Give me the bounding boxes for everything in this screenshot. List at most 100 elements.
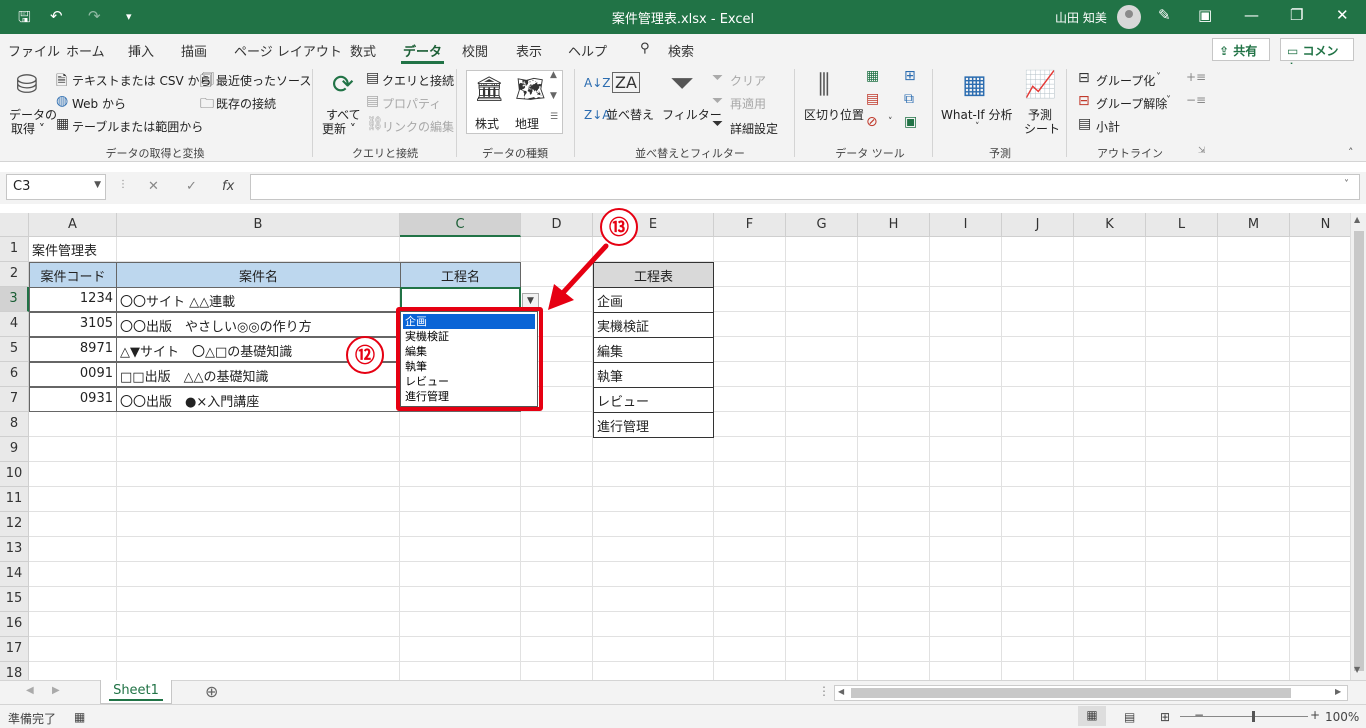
consolidate-icon[interactable]: ⊞ — [904, 68, 916, 84]
row-header[interactable]: 18 — [0, 662, 29, 680]
row-header[interactable]: 12 — [0, 512, 29, 537]
page-break-view-icon[interactable]: ⊞ — [1160, 710, 1170, 724]
column-header-f[interactable]: F — [714, 213, 786, 237]
text-to-columns-button[interactable]: 区切り位置 — [804, 106, 864, 123]
tab-formulas[interactable]: 数式 — [350, 41, 376, 60]
tab-help[interactable]: ヘルプ — [568, 41, 607, 60]
table-cell-code[interactable]: 0091 — [29, 362, 117, 387]
row-header[interactable]: 5 — [0, 337, 29, 362]
outline-dialog-launcher-icon[interactable]: ⇲ — [1198, 146, 1206, 156]
name-box-dropdown-icon[interactable]: ▼ — [94, 180, 101, 190]
column-header-l[interactable]: L — [1146, 213, 1218, 237]
gallery-down-icon[interactable]: ▼ — [550, 91, 557, 101]
search-box[interactable]: 検索 — [668, 41, 694, 60]
column-header-k[interactable]: K — [1074, 213, 1146, 237]
tab-page-layout[interactable]: ページ レイアウト — [234, 41, 342, 60]
recent-sources-button[interactable]: 最近使ったソース — [216, 72, 311, 89]
close-icon[interactable]: ✕ — [1336, 6, 1349, 24]
zoom-out-icon[interactable]: − — [1194, 708, 1204, 722]
row-header[interactable]: 14 — [0, 562, 29, 587]
row-header[interactable]: 11 — [0, 487, 29, 512]
add-sheet-icon[interactable]: ⊕ — [205, 682, 218, 701]
column-header-i[interactable]: I — [930, 213, 1002, 237]
prev-sheet-icon[interactable]: ◀ — [26, 685, 34, 696]
table-cell-name[interactable]: 〇〇サイト △△連載 — [116, 287, 401, 312]
next-sheet-icon[interactable]: ▶ — [52, 685, 60, 696]
page-layout-view-icon[interactable]: ▤ — [1124, 710, 1135, 724]
tab-file[interactable]: ファイル — [8, 41, 60, 60]
vertical-scroll-thumb[interactable] — [1354, 231, 1364, 671]
cancel-icon[interactable]: ✕ — [148, 179, 159, 194]
column-header-b[interactable]: B — [117, 213, 400, 237]
data-validation-icon[interactable]: ⊘ — [866, 114, 878, 130]
remove-duplicates-icon[interactable]: ▤ — [866, 91, 879, 107]
process-list-item[interactable]: レビュー — [593, 387, 714, 413]
ungroup-button[interactable]: グループ解除 — [1096, 95, 1167, 112]
tab-view[interactable]: 表示 — [516, 41, 542, 60]
hide-detail-icon[interactable]: −≡ — [1186, 93, 1206, 107]
what-if-button[interactable]: What-If 分析 — [941, 106, 1012, 123]
data-validation-dropdown-icon[interactable]: ˅ — [888, 117, 893, 127]
tab-data[interactable]: データ — [400, 41, 445, 64]
tab-review[interactable]: 校閲 — [462, 41, 488, 60]
tab-split-handle-icon[interactable]: ⋮ — [818, 684, 830, 698]
table-cell-code[interactable]: 8971 — [29, 337, 117, 362]
show-detail-icon[interactable]: +≡ — [1186, 70, 1206, 84]
avatar[interactable] — [1117, 5, 1141, 29]
refresh-all-icon[interactable]: ⟳ — [332, 70, 354, 100]
properties-button[interactable]: プロパティ — [382, 95, 441, 112]
sort-button[interactable]: 並べ替え — [606, 106, 654, 123]
enter-icon[interactable]: ✓ — [186, 179, 197, 194]
advanced-filter-button[interactable]: 詳細設定 — [730, 120, 778, 137]
row-header[interactable]: 17 — [0, 637, 29, 662]
sort-dialog-icon[interactable]: ZA — [612, 72, 640, 93]
row-header[interactable]: 10 — [0, 462, 29, 487]
name-box[interactable]: C3 ▼ — [6, 174, 106, 200]
forecast-sheet-icon[interactable]: 📈 — [1024, 70, 1056, 100]
horizontal-scrollbar[interactable]: ◀ ▶ — [834, 685, 1348, 701]
column-header-d[interactable]: D — [521, 213, 593, 237]
from-text-csv-button[interactable]: テキストまたは CSV から — [72, 72, 211, 89]
row-header[interactable]: 6 — [0, 362, 29, 387]
existing-connections-button[interactable]: 既存の接続 — [216, 95, 276, 112]
row-header[interactable]: 8 — [0, 412, 29, 437]
column-header-h[interactable]: H — [858, 213, 930, 237]
table-cell-name[interactable]: 〇〇出版 ●×入門講座 — [116, 387, 401, 412]
tab-insert[interactable]: 挿入 — [128, 41, 154, 60]
row-header[interactable]: 7 — [0, 387, 29, 412]
queries-connections-button[interactable]: クエリと接続 — [382, 72, 454, 89]
row-header[interactable]: 2 — [0, 262, 29, 287]
edit-links-button[interactable]: リンクの編集 — [382, 118, 454, 135]
row-header[interactable]: 16 — [0, 612, 29, 637]
ungroup-dropdown-icon[interactable]: ˅ — [1166, 95, 1171, 106]
scroll-down-icon[interactable]: ▼ — [1354, 665, 1360, 674]
scroll-up-icon[interactable]: ▲ — [1354, 215, 1360, 224]
normal-view-icon[interactable]: ▦ — [1078, 706, 1106, 726]
flash-fill-icon[interactable]: ▦ — [866, 68, 879, 84]
from-table-button[interactable]: テーブルまたは範囲から — [72, 118, 203, 135]
worksheet-grid[interactable]: A B C D E F G H I J K L M N 1 2 3 4 5 6 … — [0, 213, 1350, 680]
zoom-in-icon[interactable]: + — [1310, 708, 1320, 722]
relationships-icon[interactable]: ⧉ — [904, 91, 914, 107]
group-dropdown-icon[interactable]: ˅ — [1156, 72, 1161, 83]
scroll-left-icon[interactable]: ◀ — [838, 687, 844, 696]
macro-record-icon[interactable]: ▦ — [74, 710, 85, 724]
table-cell-code[interactable]: 1234 — [29, 287, 117, 312]
formula-input[interactable] — [250, 174, 1360, 200]
process-list-item[interactable]: 進行管理 — [593, 412, 714, 438]
geography-icon[interactable]: 🗺 — [515, 75, 545, 103]
collapse-ribbon-icon[interactable]: ˄ — [1348, 146, 1354, 159]
vertical-scrollbar[interactable]: ▲ ▼ — [1350, 213, 1366, 680]
sheet-title-cell[interactable]: 案件管理表 — [29, 237, 149, 262]
clear-button[interactable]: クリア — [730, 72, 766, 89]
reapply-button[interactable]: 再適用 — [730, 95, 766, 112]
table-cell-name[interactable]: 〇〇出版 やさしい◎◎の作り方 — [116, 312, 401, 337]
header-cell-name[interactable]: 案件名 — [116, 262, 401, 288]
refresh-all-button-label2[interactable]: 更新 ˅ — [322, 120, 356, 137]
process-list-item[interactable]: 執筆 — [593, 362, 714, 388]
tab-draw[interactable]: 描画 — [181, 41, 207, 60]
column-header-j[interactable]: J — [1002, 213, 1074, 237]
database-icon[interactable]: ⛁ — [16, 70, 38, 100]
scroll-right-icon[interactable]: ▶ — [1335, 687, 1341, 696]
forecast-sheet-button-label2[interactable]: シート — [1024, 120, 1060, 137]
